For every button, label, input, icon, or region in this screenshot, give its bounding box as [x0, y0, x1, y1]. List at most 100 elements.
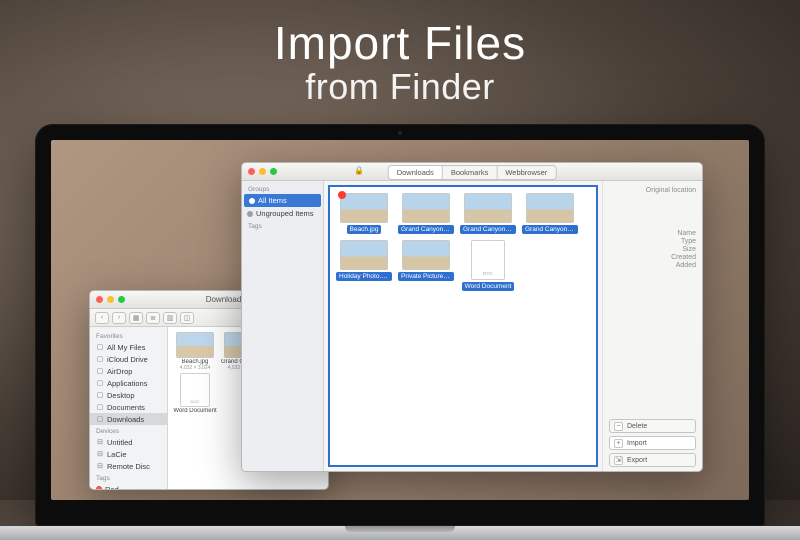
folder-icon: ▢: [96, 355, 104, 363]
drop-zone[interactable]: Beach.jpgGrand Canyon 2.jpg Grand Canyon …: [328, 185, 598, 467]
sidebar-item-label: Red: [105, 485, 119, 490]
app-titlebar[interactable]: 🔒 DownloadsBookmarksWebbrowser: [242, 163, 702, 181]
headline-line1: Import Files: [0, 16, 800, 70]
imported-item[interactable]: Grand Canyon 3.jpg: [460, 193, 516, 236]
item-label: Grand Canyon 3.jpg: [460, 225, 516, 234]
tab-downloads[interactable]: Downloads: [389, 166, 443, 179]
details-panel: Original location NameTypeSizeCreatedAdd…: [602, 181, 702, 471]
original-location-label: Original location: [609, 187, 696, 194]
view-icon-button[interactable]: ▦: [129, 312, 143, 324]
sidebar-item[interactable]: ▢iCloud Drive: [90, 353, 167, 365]
imported-item[interactable]: Beach.jpg: [336, 193, 392, 236]
folder-icon: ⊟: [96, 462, 104, 470]
folder-icon: ▢: [96, 367, 104, 375]
group-item[interactable]: Ungrouped Items: [242, 207, 323, 220]
groups-heading: Groups: [242, 183, 323, 194]
devices-heading: Devices: [90, 425, 167, 436]
detail-field-label: Size: [609, 245, 696, 253]
traffic-lights: [96, 296, 125, 303]
minimize-icon[interactable]: [107, 296, 114, 303]
sidebar-item-label: Desktop: [107, 391, 135, 400]
folder-icon: ⊟: [96, 438, 104, 446]
export-icon: ⇲: [614, 456, 623, 465]
folder-icon: ⊟: [96, 450, 104, 458]
sidebar-item[interactable]: ⊟LaCie: [90, 448, 167, 460]
segmented-tabs: DownloadsBookmarksWebbrowser: [388, 165, 557, 180]
group-label: All Items: [258, 196, 287, 205]
sidebar-item[interactable]: ▢Documents: [90, 401, 167, 413]
toolbar-lock-group: 🔒: [354, 166, 364, 175]
forward-button[interactable]: ›: [112, 312, 126, 324]
finder-sidebar: Favorites ▢All My Files▢iCloud Drive▢Air…: [90, 327, 168, 489]
document-icon: [471, 240, 505, 280]
image-thumbnail: [176, 332, 214, 358]
sidebar-item[interactable]: ▢AirDrop: [90, 365, 167, 377]
back-button[interactable]: ‹: [95, 312, 109, 324]
imported-item[interactable]: Holiday Photo.jpg: [336, 240, 392, 293]
sidebar-item-label: Downloads: [107, 415, 144, 424]
delete-button[interactable]: − Delete: [609, 419, 696, 433]
laptop-frame: Downloads ‹ › ▦ ≣ ▥ ◫ Favorites ▢All My …: [35, 124, 765, 540]
sidebar-item-label: All My Files: [107, 343, 145, 352]
sidebar-item[interactable]: ▢Downloads: [90, 413, 167, 425]
sidebar-item-label: iCloud Drive: [107, 355, 148, 364]
group-label: Ungrouped Items: [256, 209, 314, 218]
view-column-button[interactable]: ▥: [163, 312, 177, 324]
item-label: Holiday Photo.jpg: [336, 272, 392, 281]
sidebar-item-label: Documents: [107, 403, 145, 412]
item-label: Word Document: [462, 282, 515, 291]
file-meta: 4,032 × 3,024: [173, 365, 217, 371]
image-thumbnail: [402, 193, 450, 223]
view-list-button[interactable]: ≣: [146, 312, 160, 324]
group-item[interactable]: All Items: [244, 194, 321, 207]
sidebar-item[interactable]: ▢Desktop: [90, 389, 167, 401]
detail-field-label: Created: [609, 253, 696, 261]
promo-headline: Import Files from Finder: [0, 16, 800, 108]
folder-icon: ▢: [96, 379, 104, 387]
close-icon[interactable]: [96, 296, 103, 303]
plus-icon: +: [614, 439, 623, 448]
tab-bookmarks[interactable]: Bookmarks: [443, 166, 498, 179]
document-icon: [180, 373, 210, 407]
zoom-icon[interactable]: [270, 168, 277, 175]
desktop: Downloads ‹ › ▦ ≣ ▥ ◫ Favorites ▢All My …: [51, 140, 749, 500]
sidebar-item[interactable]: ⊟Untitled: [90, 436, 167, 448]
tag-dot-icon: [96, 486, 102, 489]
sidebar-item-label: Remote Disc: [107, 462, 150, 471]
view-gallery-button[interactable]: ◫: [180, 312, 194, 324]
file-item[interactable]: Beach.jpg4,032 × 3,024: [173, 332, 217, 371]
sidebar-item[interactable]: ▢Applications: [90, 377, 167, 389]
item-label: Private Picture.jpg: [398, 272, 454, 281]
import-button[interactable]: + Import: [609, 436, 696, 450]
minimize-icon[interactable]: [259, 168, 266, 175]
tab-webbrowser[interactable]: Webbrowser: [497, 166, 555, 179]
traffic-lights: [248, 168, 277, 175]
sidebar-item[interactable]: ⊟Remote Disc: [90, 460, 167, 472]
file-item[interactable]: Word Document: [173, 373, 217, 414]
export-button[interactable]: ⇲ Export: [609, 453, 696, 467]
camera-dot: [398, 131, 402, 135]
sidebar-tags-heading: Tags: [242, 220, 323, 231]
lock-icon[interactable]: 🔒: [354, 166, 364, 175]
image-thumbnail: [340, 193, 388, 223]
image-thumbnail: [340, 240, 388, 270]
imported-item[interactable]: Word Document: [460, 240, 516, 293]
detail-field-label: Name: [609, 229, 696, 237]
zoom-icon[interactable]: [118, 296, 125, 303]
image-thumbnail: [464, 193, 512, 223]
item-label: Grand Canyon.jpg: [522, 225, 578, 234]
bullet-icon: [249, 198, 255, 204]
close-icon[interactable]: [248, 168, 255, 175]
folder-icon: ▢: [96, 415, 104, 423]
imported-item[interactable]: Private Picture.jpg: [398, 240, 454, 293]
app-window[interactable]: 🔒 DownloadsBookmarksWebbrowser Groups Al…: [241, 162, 703, 472]
sidebar-item-label: LaCie: [107, 450, 127, 459]
favorites-heading: Favorites: [90, 330, 167, 341]
image-thumbnail: [402, 240, 450, 270]
image-thumbnail: [526, 193, 574, 223]
imported-item[interactable]: Grand Canyon.jpg: [522, 193, 578, 236]
sidebar-item[interactable]: ▢All My Files: [90, 341, 167, 353]
imported-item[interactable]: Grand Canyon 2.jpg: [398, 193, 454, 236]
folder-icon: ▢: [96, 343, 104, 351]
sidebar-item[interactable]: Red: [90, 483, 167, 489]
